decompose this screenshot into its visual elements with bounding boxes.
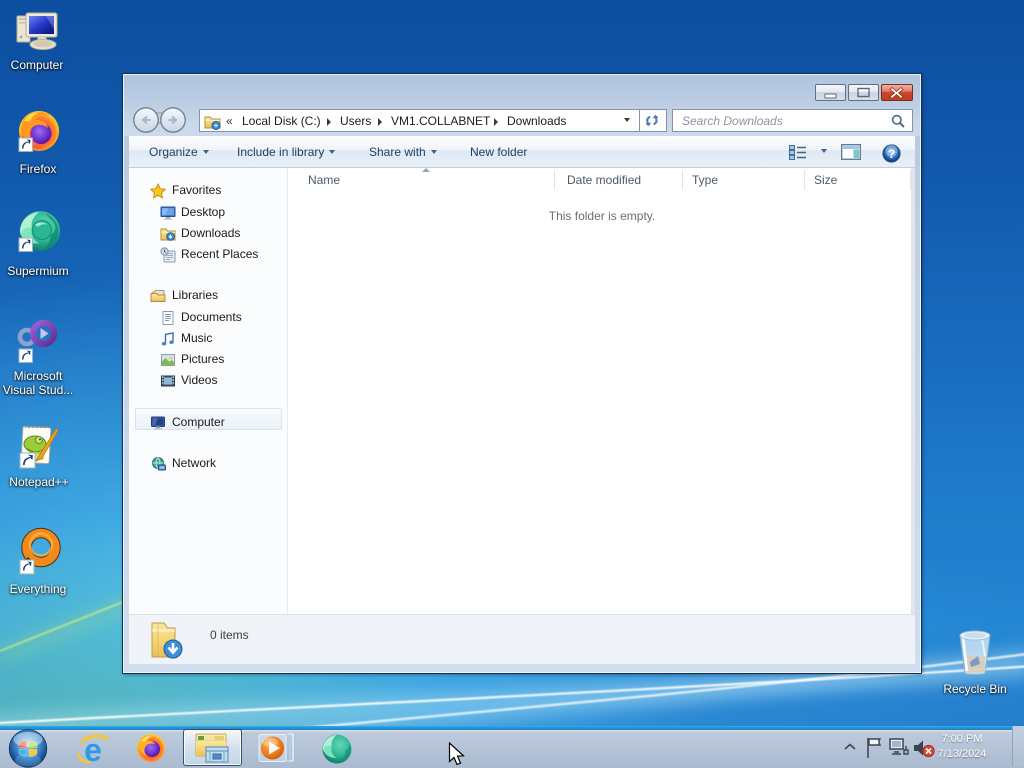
svg-text:?: ? bbox=[888, 147, 895, 161]
